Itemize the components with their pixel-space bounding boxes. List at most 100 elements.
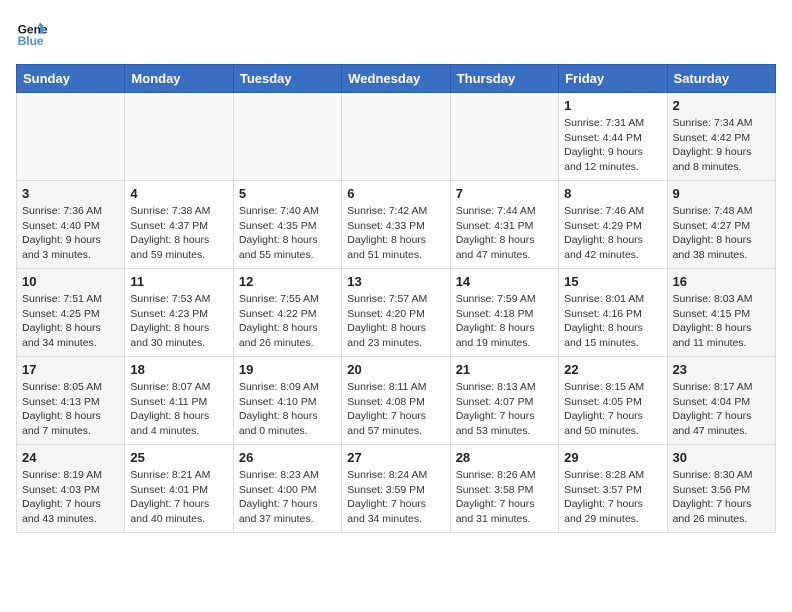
- day-info: Sunrise: 7:55 AMSunset: 4:22 PMDaylight:…: [239, 292, 336, 351]
- day-of-week-header: Thursday: [450, 65, 558, 93]
- day-number: 23: [673, 362, 770, 377]
- day-number: 6: [347, 186, 444, 201]
- calendar-table: SundayMondayTuesdayWednesdayThursdayFrid…: [16, 64, 776, 533]
- calendar-day-cell: 14 Sunrise: 7:59 AMSunset: 4:18 PMDayligh…: [450, 269, 558, 357]
- day-info: Sunrise: 8:21 AMSunset: 4:01 PMDaylight:…: [130, 468, 227, 527]
- day-number: 12: [239, 274, 336, 289]
- day-info: Sunrise: 7:38 AMSunset: 4:37 PMDaylight:…: [130, 204, 227, 263]
- day-info: Sunrise: 8:28 AMSunset: 3:57 PMDaylight:…: [564, 468, 661, 527]
- calendar-day-cell: 18 Sunrise: 8:07 AMSunset: 4:11 PMDayligh…: [125, 357, 233, 445]
- calendar-day-cell: 26 Sunrise: 8:23 AMSunset: 4:00 PMDayligh…: [233, 445, 341, 533]
- calendar-day-cell: 3Sunrise: 7:36 AMSunset: 4:40 PMDaylight…: [17, 181, 125, 269]
- calendar-day-cell: 28Sunrise: 8:26 AMSunset: 3:58 PMDayligh…: [450, 445, 558, 533]
- day-info: Sunrise: 8:19 AMSunset: 4:03 PMDaylight:…: [22, 468, 119, 527]
- day-number: 10: [22, 274, 119, 289]
- day-of-week-header: Sunday: [17, 65, 125, 93]
- logo: General Blue: [16, 16, 48, 48]
- svg-text:Blue: Blue: [18, 34, 44, 48]
- calendar-day-cell: [17, 93, 125, 181]
- calendar-week-row: 1 Sunrise: 7:31 AMSunset: 4:44 PMDaylight…: [17, 93, 776, 181]
- day-info: Sunrise: 8:23 AMSunset: 4:00 PMDaylight:…: [239, 468, 336, 527]
- day-number: 21: [456, 362, 553, 377]
- calendar-day-cell: 20 Sunrise: 8:11 AMSunset: 4:08 PMDayligh…: [342, 357, 450, 445]
- calendar-day-cell: 22 Sunrise: 8:15 AMSunset: 4:05 PMDayligh…: [559, 357, 667, 445]
- day-of-week-header: Monday: [125, 65, 233, 93]
- calendar-day-cell: 5 Sunrise: 7:40 AMSunset: 4:35 PMDaylight…: [233, 181, 341, 269]
- day-info: Sunrise: 8:15 AMSunset: 4:05 PMDaylight:…: [564, 380, 661, 439]
- calendar-day-cell: [450, 93, 558, 181]
- day-number: 28: [456, 450, 553, 465]
- calendar-day-cell: 15 Sunrise: 8:01 AMSunset: 4:16 PMDayligh…: [559, 269, 667, 357]
- day-of-week-header: Wednesday: [342, 65, 450, 93]
- day-number: 17: [22, 362, 119, 377]
- day-number: 9: [673, 186, 770, 201]
- day-info: Sunrise: 7:59 AMSunset: 4:18 PMDaylight:…: [456, 292, 553, 351]
- day-info: Sunrise: 8:07 AMSunset: 4:11 PMDaylight:…: [130, 380, 227, 439]
- day-number: 5: [239, 186, 336, 201]
- day-number: 29: [564, 450, 661, 465]
- day-number: 20: [347, 362, 444, 377]
- calendar-day-cell: 6 Sunrise: 7:42 AMSunset: 4:33 PMDaylight…: [342, 181, 450, 269]
- day-number: 15: [564, 274, 661, 289]
- day-number: 16: [673, 274, 770, 289]
- day-number: 19: [239, 362, 336, 377]
- day-info: Sunrise: 8:11 AMSunset: 4:08 PMDaylight:…: [347, 380, 444, 439]
- day-info: Sunrise: 8:30 AMSunset: 3:56 PMDaylight:…: [673, 468, 770, 527]
- day-number: 13: [347, 274, 444, 289]
- calendar-week-row: 24 Sunrise: 8:19 AMSunset: 4:03 PMDayligh…: [17, 445, 776, 533]
- day-info: Sunrise: 8:17 AMSunset: 4:04 PMDaylight:…: [673, 380, 770, 439]
- day-info: Sunrise: 7:53 AMSunset: 4:23 PMDaylight:…: [130, 292, 227, 351]
- calendar-week-row: 10 Sunrise: 7:51 AMSunset: 4:25 PMDayligh…: [17, 269, 776, 357]
- day-info: Sunrise: 8:01 AMSunset: 4:16 PMDaylight:…: [564, 292, 661, 351]
- calendar-day-cell: 16 Sunrise: 8:03 AMSunset: 4:15 PMDayligh…: [667, 269, 775, 357]
- calendar-day-cell: 13 Sunrise: 7:57 AMSunset: 4:20 PMDayligh…: [342, 269, 450, 357]
- day-number: 14: [456, 274, 553, 289]
- day-number: 24: [22, 450, 119, 465]
- calendar-week-row: 17Sunrise: 8:05 AMSunset: 4:13 PMDayligh…: [17, 357, 776, 445]
- day-number: 11: [130, 274, 227, 289]
- day-info: Sunrise: 8:09 AMSunset: 4:10 PMDaylight:…: [239, 380, 336, 439]
- calendar-day-cell: 27Sunrise: 8:24 AMSunset: 3:59 PMDayligh…: [342, 445, 450, 533]
- day-of-week-header: Tuesday: [233, 65, 341, 93]
- day-number: 4: [130, 186, 227, 201]
- day-info: Sunrise: 7:46 AMSunset: 4:29 PMDaylight:…: [564, 204, 661, 263]
- day-info: Sunrise: 7:31 AMSunset: 4:44 PMDaylight:…: [564, 116, 661, 175]
- day-number: 1: [564, 98, 661, 113]
- day-info: Sunrise: 7:42 AMSunset: 4:33 PMDaylight:…: [347, 204, 444, 263]
- day-info: Sunrise: 7:44 AMSunset: 4:31 PMDaylight:…: [456, 204, 553, 263]
- logo-icon: General Blue: [16, 16, 48, 48]
- calendar-day-cell: [233, 93, 341, 181]
- day-info: Sunrise: 7:40 AMSunset: 4:35 PMDaylight:…: [239, 204, 336, 263]
- calendar-day-cell: 1 Sunrise: 7:31 AMSunset: 4:44 PMDaylight…: [559, 93, 667, 181]
- day-info: Sunrise: 7:34 AMSunset: 4:42 PMDaylight:…: [673, 116, 770, 175]
- calendar-day-cell: 10 Sunrise: 7:51 AMSunset: 4:25 PMDayligh…: [17, 269, 125, 357]
- calendar-day-cell: [125, 93, 233, 181]
- day-info: Sunrise: 7:48 AMSunset: 4:27 PMDaylight:…: [673, 204, 770, 263]
- day-info: Sunrise: 8:03 AMSunset: 4:15 PMDaylight:…: [673, 292, 770, 351]
- day-number: 7: [456, 186, 553, 201]
- day-number: 18: [130, 362, 227, 377]
- calendar-day-cell: 24 Sunrise: 8:19 AMSunset: 4:03 PMDayligh…: [17, 445, 125, 533]
- day-number: 8: [564, 186, 661, 201]
- day-info: Sunrise: 7:57 AMSunset: 4:20 PMDaylight:…: [347, 292, 444, 351]
- calendar-day-cell: 7 Sunrise: 7:44 AMSunset: 4:31 PMDaylight…: [450, 181, 558, 269]
- calendar-day-cell: 19 Sunrise: 8:09 AMSunset: 4:10 PMDayligh…: [233, 357, 341, 445]
- day-number: 25: [130, 450, 227, 465]
- day-number: 22: [564, 362, 661, 377]
- calendar-week-row: 3Sunrise: 7:36 AMSunset: 4:40 PMDaylight…: [17, 181, 776, 269]
- day-number: 27: [347, 450, 444, 465]
- day-number: 30: [673, 450, 770, 465]
- day-number: 26: [239, 450, 336, 465]
- calendar-day-cell: 2 Sunrise: 7:34 AMSunset: 4:42 PMDaylight…: [667, 93, 775, 181]
- day-number: 2: [673, 98, 770, 113]
- calendar-day-cell: 4 Sunrise: 7:38 AMSunset: 4:37 PMDaylight…: [125, 181, 233, 269]
- day-info: Sunrise: 7:36 AMSunset: 4:40 PMDaylight:…: [22, 204, 119, 263]
- calendar-day-cell: 8 Sunrise: 7:46 AMSunset: 4:29 PMDaylight…: [559, 181, 667, 269]
- calendar-day-cell: 29 Sunrise: 8:28 AMSunset: 3:57 PMDayligh…: [559, 445, 667, 533]
- calendar-day-cell: 9 Sunrise: 7:48 AMSunset: 4:27 PMDaylight…: [667, 181, 775, 269]
- calendar-day-cell: 30 Sunrise: 8:30 AMSunset: 3:56 PMDayligh…: [667, 445, 775, 533]
- calendar-day-cell: 11 Sunrise: 7:53 AMSunset: 4:23 PMDayligh…: [125, 269, 233, 357]
- calendar-header-row: SundayMondayTuesdayWednesdayThursdayFrid…: [17, 65, 776, 93]
- day-info: Sunrise: 8:13 AMSunset: 4:07 PMDaylight:…: [456, 380, 553, 439]
- day-info: Sunrise: 7:51 AMSunset: 4:25 PMDaylight:…: [22, 292, 119, 351]
